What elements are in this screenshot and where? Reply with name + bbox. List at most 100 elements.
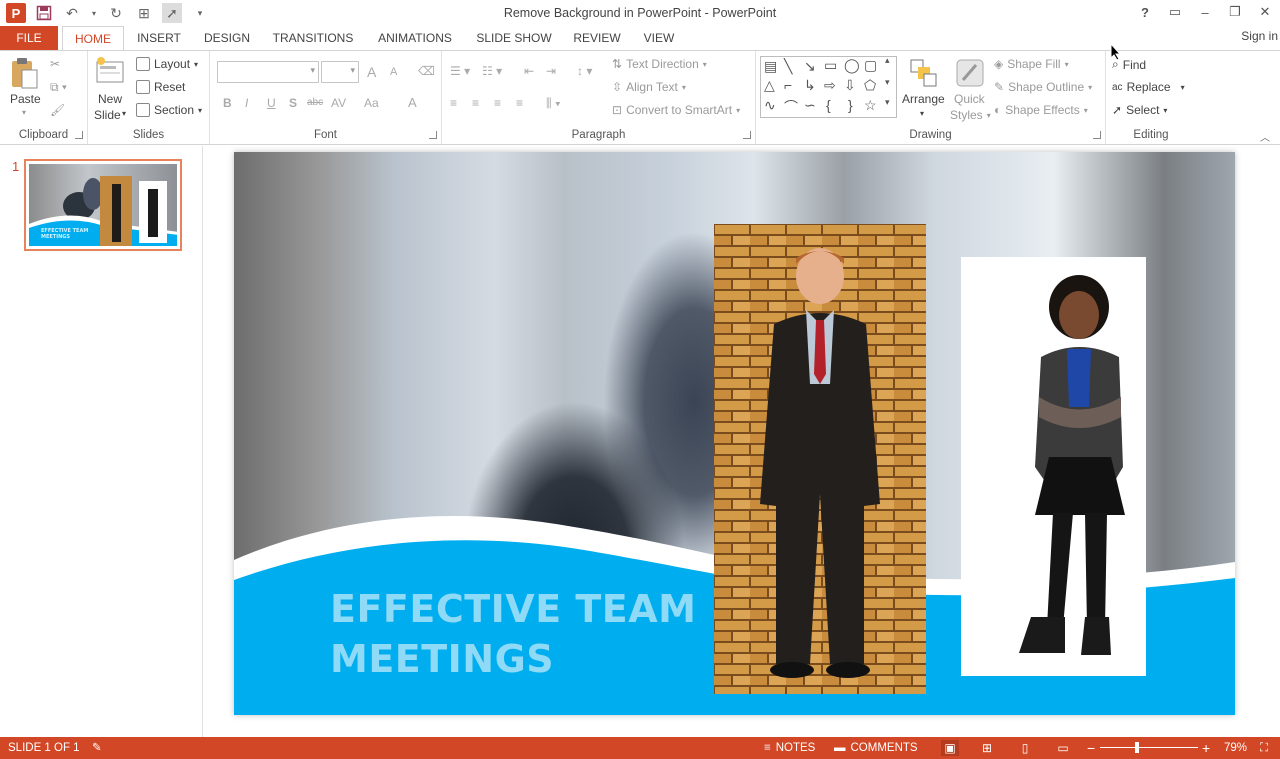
select-button[interactable]: ➚ Select ▾ [1112,103,1167,117]
tab-transitions[interactable]: TRANSITIONS [268,26,358,50]
zoom-slider-thumb[interactable] [1135,742,1139,753]
justify-icon[interactable]: ≡ [516,96,523,110]
new-slide-dropdown-icon[interactable]: ▾ [122,109,126,118]
help-button[interactable]: ? [1130,0,1160,24]
shapes-gallery[interactable]: ▤ ╲ ↘ ▭ ◯ ▢ △ ⌐ ↳ ⇨ ⇩ ⬠ ∿ ⌒ ∽ { } ☆ ▴ ▾ … [760,55,897,118]
arrange-button[interactable]: Arrange [902,92,945,106]
tab-slide-show[interactable]: SLIDE SHOW [472,26,556,50]
down-arrow-shape-icon[interactable]: ⇩ [844,77,856,94]
star-shape-icon[interactable]: ☆ [864,97,877,114]
arrow-line-shape-icon[interactable]: ↘ [804,58,816,75]
left-brace-shape-icon[interactable]: { [826,97,831,113]
change-case-button[interactable]: Aa [364,96,379,110]
character-spacing-button[interactable]: AV [331,96,346,110]
font-launcher-icon[interactable] [429,131,437,139]
rectangle-shape-icon[interactable]: ▭ [824,57,837,74]
minimize-button[interactable]: – [1190,0,1220,24]
align-left-icon[interactable]: ≡ [450,96,457,110]
quick-styles-label-line2[interactable]: Styles ▾ [950,108,991,122]
line-spacing-icon[interactable]: ↕ ▾ [577,64,592,78]
slide-show-view-icon[interactable]: ▭ [1054,740,1072,756]
close-button[interactable]: ✕ [1250,0,1280,24]
section-button[interactable]: Section ▾ [136,103,202,117]
new-slide-icon[interactable] [94,56,126,90]
fit-to-window-icon[interactable]: ⛶ [1260,737,1268,759]
bullets-icon[interactable]: ☰ ▾ [450,64,470,78]
paste-button[interactable]: Paste [10,92,41,106]
shape-outline-button[interactable]: ✎ Shape Outline ▾ [994,80,1092,94]
slide-sorter-view-icon[interactable]: ⊞ [978,740,996,756]
triangle-shape-icon[interactable]: △ [764,77,775,94]
copy-icon[interactable]: ⧉ ▾ [50,80,67,95]
man-brick-wall-photo[interactable] [714,224,926,694]
italic-button[interactable]: I [245,96,248,110]
reset-button[interactable]: Reset [136,80,185,94]
maximize-button[interactable]: ❐ [1220,0,1250,24]
text-shadow-button[interactable]: S [289,96,297,110]
cut-icon[interactable]: ✂ [50,57,60,71]
font-color-button[interactable]: A [408,95,417,110]
new-slide-label-line2[interactable]: Slide [94,108,121,122]
arrange-icon[interactable] [908,57,940,91]
decrease-indent-icon[interactable]: ⇤ [524,64,534,78]
rounded-rect-shape-icon[interactable]: ▢ [864,57,877,74]
font-size-combo[interactable] [321,61,359,83]
oval-shape-icon[interactable]: ◯ [844,57,860,74]
strikethrough-button[interactable]: abc [307,97,323,108]
arrange-dropdown-icon[interactable]: ▾ [920,109,924,118]
tab-design[interactable]: DESIGN [198,26,256,50]
line-shape-icon[interactable]: ╲ [784,58,792,75]
elbow-arrow-shape-icon[interactable]: ↳ [804,77,816,94]
quick-styles-icon[interactable] [954,57,986,91]
right-arrow-shape-icon[interactable]: ⇨ [824,77,836,94]
zoom-out-button[interactable]: − [1087,737,1095,759]
grow-font-icon[interactable]: A [367,64,376,80]
arc-shape-icon[interactable]: ⌒ [784,97,798,117]
spell-check-icon[interactable]: ✎ [92,737,102,759]
align-text-button[interactable]: ⇳ Align Text ▾ [612,80,686,94]
slide-thumbnail[interactable]: EFFECTIVE TEAM MEETINGS [24,159,182,251]
textbox-shape-icon[interactable]: ▤ [764,58,777,75]
paste-icon[interactable] [9,57,41,91]
curve-shape-icon[interactable]: ∿ [764,97,776,114]
clear-formatting-icon[interactable]: ⌫ [418,64,435,78]
tab-home[interactable]: HOME [62,26,124,51]
shape-effects-button[interactable]: ◐ Shape Effects ▾ [994,103,1088,117]
woman-photo[interactable] [961,257,1146,676]
align-right-icon[interactable]: ≡ [494,96,501,110]
comments-button[interactable]: ▬ COMMENTS [834,737,918,759]
layout-button[interactable]: Layout ▾ [136,57,198,71]
tab-review[interactable]: REVIEW [570,26,624,50]
tab-file[interactable]: FILE [0,26,58,50]
align-center-icon[interactable]: ≡ [472,96,479,110]
shape-fill-button[interactable]: ◈ Shape Fill ▾ [994,57,1069,71]
replace-button[interactable]: ac Replace ▾ [1112,80,1185,94]
sign-in-link[interactable]: Sign in [1241,26,1278,46]
columns-icon[interactable]: ⫼ ▾ [546,96,561,111]
drawing-launcher-icon[interactable] [1093,131,1101,139]
zoom-level[interactable]: 79% [1224,737,1247,759]
paragraph-launcher-icon[interactable] [743,131,751,139]
convert-smartart-button[interactable]: ⊡ Convert to SmartArt ▾ [612,103,740,117]
tab-insert[interactable]: INSERT [130,26,188,50]
collapse-ribbon-icon[interactable]: ︿ [1260,129,1270,144]
right-brace-shape-icon[interactable]: } [848,97,853,113]
increase-indent-icon[interactable]: ⇥ [546,64,556,78]
bold-button[interactable]: B [223,96,232,110]
gallery-scroll-up-icon[interactable]: ▴ [885,55,890,66]
slide[interactable]: EFFECTIVE TEAM MEETINGS [234,152,1235,715]
text-direction-button[interactable]: ⇅ Text Direction ▾ [612,57,707,71]
notes-button[interactable]: ≡ NOTES [764,737,815,759]
normal-view-icon[interactable]: ▣ [941,740,959,756]
ribbon-display-options-button[interactable]: ▭ [1160,0,1190,24]
underline-button[interactable]: U [267,96,276,110]
shrink-font-icon[interactable]: A [390,66,397,78]
pentagon-shape-icon[interactable]: ⬠ [864,77,876,94]
numbering-icon[interactable]: ☷ ▾ [482,64,502,78]
paste-dropdown-icon[interactable]: ▾ [22,108,26,117]
tab-view[interactable]: VIEW [638,26,680,50]
elbow-connector-shape-icon[interactable]: ⌐ [784,77,792,93]
quick-styles-label-line1[interactable]: Quick [954,92,985,106]
zoom-in-button[interactable]: + [1202,737,1210,759]
new-slide-label-line1[interactable]: New [98,92,122,106]
